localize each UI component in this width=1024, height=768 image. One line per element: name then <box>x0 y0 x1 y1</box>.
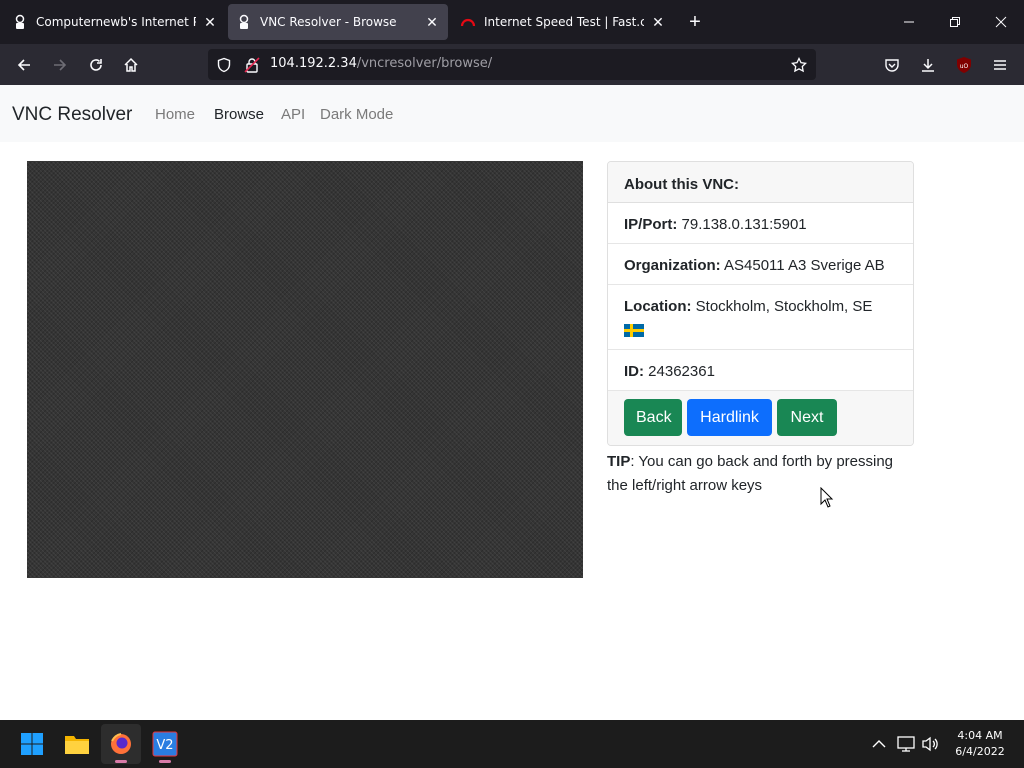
nav-link-browse[interactable]: Browse <box>214 106 264 123</box>
pocket-button[interactable] <box>877 50 907 80</box>
browser-tab-bar: Computernewb's Internet Pub H ✕ VNC Reso… <box>0 0 1024 44</box>
app-menu-button[interactable] <box>985 50 1015 80</box>
vnc-viewer-icon: V2 <box>152 731 178 757</box>
minimize-icon <box>904 21 914 23</box>
tip-label: TIP <box>607 453 631 470</box>
location-row: Location: Stockholm, Stockholm, SE <box>608 285 913 350</box>
back-nav-button[interactable] <box>9 50 39 80</box>
sweden-flag-icon <box>624 323 644 337</box>
tab-title: Computernewb's Internet Pub H <box>36 15 196 29</box>
folder-icon <box>65 736 89 754</box>
vnc-screenshot <box>27 161 583 578</box>
site-brand[interactable]: VNC Resolver <box>12 104 132 126</box>
site-navbar: VNC Resolver Home Browse API Dark Mode <box>0 85 1024 142</box>
taskbar-clock[interactable]: 4:04 AM 6/4/2022 <box>950 728 1010 760</box>
home-icon <box>124 57 138 72</box>
shield-icon[interactable] <box>215 56 233 74</box>
minimize-window-button[interactable] <box>886 0 932 44</box>
nav-link-api[interactable]: API <box>281 106 305 123</box>
tip-body: : You can go back and forth by pressing … <box>607 453 894 494</box>
reload-icon <box>90 59 102 71</box>
start-button[interactable] <box>12 724 52 764</box>
id-row: ID: 24362361 <box>608 350 913 391</box>
url-path: /vncresolver/browse/ <box>356 56 493 71</box>
tab-title: Internet Speed Test | Fast.com <box>484 15 644 29</box>
volume-icon[interactable] <box>920 734 940 754</box>
ublock-origin-icon: uO <box>957 57 971 73</box>
ip-port-value: 79.138.0.131:5901 <box>681 216 807 233</box>
download-icon <box>922 59 934 72</box>
firefox-icon <box>111 733 131 754</box>
organization-row: Organization: AS45011 A3 Sverige AB <box>608 244 913 285</box>
ip-port-label: IP/Port: <box>624 216 678 233</box>
ip-port-row: IP/Port: 79.138.0.131:5901 <box>608 203 913 244</box>
windows-taskbar: V2 4:04 AM 6/4/2022 <box>0 720 1024 768</box>
clock-time: 4:04 AM <box>957 729 1003 742</box>
back-button[interactable]: Back <box>624 399 682 436</box>
url-text[interactable]: 104.192.2.34/vncresolver/browse/ <box>270 56 492 71</box>
tab-close-icon[interactable]: ✕ <box>650 14 666 30</box>
card-footer: Back Hardlink Next <box>608 391 913 445</box>
id-label: ID: <box>624 363 644 380</box>
running-indicator <box>159 760 171 763</box>
tab-vnc-resolver[interactable]: VNC Resolver - Browse ✕ <box>228 4 448 40</box>
restore-window-button[interactable] <box>932 0 978 44</box>
hardlink-button[interactable]: Hardlink <box>687 399 772 436</box>
organization-value: AS45011 A3 Sverige AB <box>724 257 885 274</box>
vnc-viewer-taskbar-button[interactable]: V2 <box>145 724 185 764</box>
close-window-button[interactable] <box>978 0 1024 44</box>
nav-link-home[interactable]: Home <box>155 106 195 123</box>
reload-button[interactable] <box>81 50 111 80</box>
organization-label: Organization: <box>624 257 721 274</box>
downloads-button[interactable] <box>913 50 943 80</box>
location-label: Location: <box>624 298 692 315</box>
clock-date: 6/4/2022 <box>955 745 1005 758</box>
forward-nav-button[interactable] <box>45 50 75 80</box>
network-icon[interactable] <box>896 734 916 754</box>
next-button[interactable]: Next <box>777 399 837 436</box>
fast-com-favicon-icon <box>460 14 476 30</box>
running-indicator <box>115 760 127 763</box>
file-explorer-button[interactable] <box>57 724 97 764</box>
mouse-cursor-icon <box>820 487 834 508</box>
tab-title: VNC Resolver - Browse <box>260 15 397 29</box>
id-value: 24362361 <box>648 363 715 380</box>
restore-icon <box>950 17 960 27</box>
url-host: 104.192.2.34 <box>270 56 357 71</box>
tab-close-icon[interactable]: ✕ <box>424 14 440 30</box>
nav-link-dark-mode[interactable]: Dark Mode <box>320 106 393 123</box>
bookmark-star-icon[interactable] <box>790 56 808 74</box>
tab-favicon-icon <box>12 14 28 30</box>
svg-text:uO: uO <box>960 63 969 70</box>
tab-computernewb[interactable]: Computernewb's Internet Pub H ✕ <box>4 4 226 40</box>
tab-favicon-icon <box>236 14 252 30</box>
tab-fast-com[interactable]: Internet Speed Test | Fast.com ✕ <box>452 4 674 40</box>
svg-text:V2: V2 <box>156 738 173 753</box>
about-vnc-card: About this VNC: IP/Port: 79.138.0.131:59… <box>607 161 914 446</box>
windows-logo-icon <box>21 733 43 755</box>
card-header: About this VNC: <box>608 162 913 203</box>
address-bar[interactable]: 104.192.2.34/vncresolver/browse/ <box>208 49 816 80</box>
ublock-extension-button[interactable]: uO <box>949 50 979 80</box>
insecure-lock-icon[interactable] <box>243 56 261 74</box>
pocket-icon <box>885 59 899 72</box>
browser-toolbar: 104.192.2.34/vncresolver/browse/ uO <box>0 44 1024 85</box>
close-icon <box>995 16 1007 28</box>
new-tab-button[interactable]: + <box>683 10 707 34</box>
location-value: Stockholm, Stockholm, SE <box>695 298 873 315</box>
tip-text: TIP: You can go back and forth by pressi… <box>607 450 917 498</box>
show-hidden-icons-chevron-up-icon[interactable] <box>869 734 889 754</box>
hamburger-menu-icon <box>994 60 1006 70</box>
tab-close-icon[interactable]: ✕ <box>202 14 218 30</box>
home-button[interactable] <box>116 50 146 80</box>
arrow-left-icon <box>17 59 30 71</box>
firefox-taskbar-button[interactable] <box>101 724 141 764</box>
arrow-right-icon <box>54 59 67 71</box>
